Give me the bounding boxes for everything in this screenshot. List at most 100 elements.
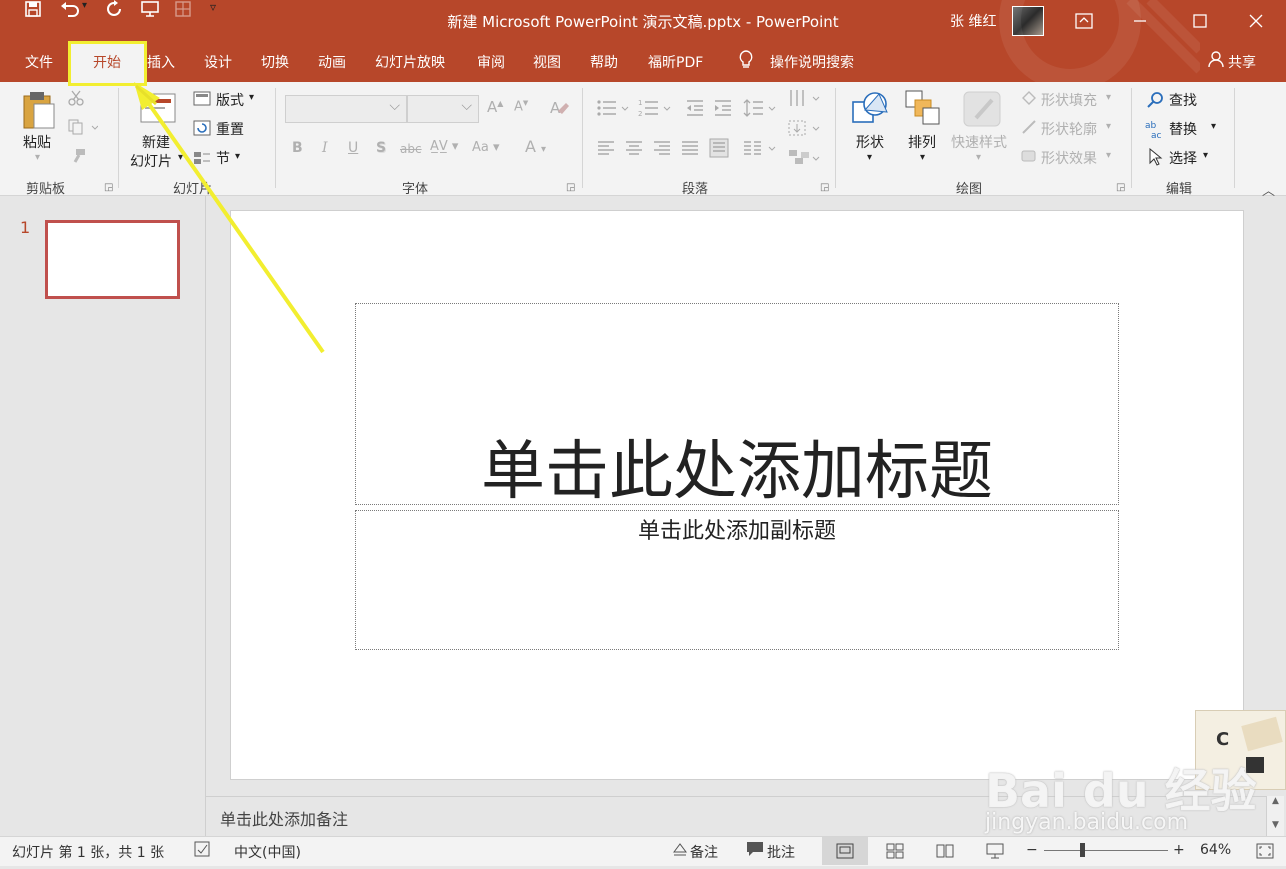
align-center-icon[interactable] — [625, 140, 643, 160]
reading-view-icon[interactable] — [936, 843, 954, 863]
clear-formatting-icon[interactable]: A — [548, 97, 570, 123]
tab-insert[interactable]: 插入 — [147, 52, 175, 72]
font-launcher-icon[interactable]: ◲ — [566, 182, 575, 193]
cut-icon[interactable] — [68, 90, 84, 110]
zoom-level[interactable]: 64% — [1200, 842, 1231, 858]
shape-outline-dropdown-icon[interactable]: ▾ — [1106, 121, 1111, 132]
slideshow-view-icon[interactable] — [986, 842, 1004, 864]
quick-styles-button[interactable]: 快速样式 — [951, 132, 1007, 152]
tab-file[interactable]: 文件 — [25, 52, 53, 72]
arrange-dropdown-icon[interactable]: ▾ — [920, 152, 925, 163]
tab-review[interactable]: 审阅 — [477, 52, 505, 72]
share-button[interactable]: 共享 — [1228, 52, 1256, 72]
smartart-icon[interactable] — [787, 148, 821, 172]
comments-icon[interactable] — [746, 841, 764, 861]
svg-text:ac: ac — [1151, 131, 1162, 139]
tab-view[interactable]: 视图 — [533, 52, 561, 72]
shape-fill-dropdown-icon[interactable]: ▾ — [1106, 92, 1111, 103]
shape-effects-dropdown-icon[interactable]: ▾ — [1106, 150, 1111, 161]
shapes-icon[interactable] — [851, 90, 891, 130]
notes-toggle-icon[interactable] — [672, 840, 688, 862]
tab-transitions[interactable]: 切换 — [261, 52, 289, 72]
group-label-editing: 编辑 — [1166, 182, 1193, 197]
share-icon[interactable] — [1207, 50, 1225, 72]
separator — [582, 88, 583, 188]
fit-to-window-icon[interactable] — [1256, 843, 1274, 863]
increase-indent-icon[interactable] — [713, 98, 733, 122]
close-icon[interactable] — [1233, 6, 1279, 36]
shape-effects-button[interactable]: 形状效果 — [1041, 148, 1097, 168]
underline-icon[interactable]: U — [348, 140, 358, 156]
decrease-indent-icon[interactable] — [685, 98, 705, 122]
subtitle-placeholder-text[interactable]: 单击此处添加副标题 — [355, 513, 1119, 545]
tab-help[interactable]: 帮助 — [590, 52, 618, 72]
shapes-dropdown-icon[interactable]: ▾ — [867, 152, 872, 163]
character-spacing-icon[interactable]: A̲V̲ ▾ — [430, 139, 458, 154]
font-size-dropdown[interactable]: ⌵ — [407, 95, 479, 123]
shape-outline-button[interactable]: 形状轮廓 — [1041, 119, 1097, 139]
paste-icon[interactable] — [20, 90, 56, 134]
quick-styles-dropdown-icon[interactable]: ▾ — [976, 152, 981, 163]
zoom-slider-thumb[interactable] — [1080, 843, 1085, 857]
title-placeholder-text[interactable]: 单击此处添加标题 — [355, 420, 1119, 512]
select-dropdown-icon[interactable]: ▾ — [1203, 150, 1208, 161]
paste-dropdown-icon[interactable]: ▾ — [35, 152, 40, 163]
drawing-launcher-icon[interactable]: ◲ — [1116, 182, 1125, 193]
align-text-icon[interactable] — [787, 118, 821, 142]
align-right-icon[interactable] — [653, 140, 671, 160]
shrink-font-icon[interactable]: A▼ — [514, 99, 528, 114]
find-button[interactable]: 查找 — [1169, 90, 1197, 110]
watermark-url: jingyan.baidu.com — [985, 810, 1189, 835]
change-case-icon[interactable]: Aa ▾ — [472, 140, 500, 155]
strikethrough-icon[interactable]: abc — [400, 142, 422, 156]
line-spacing-icon[interactable] — [743, 98, 777, 122]
zoom-out-button[interactable]: − — [1026, 842, 1038, 858]
paste-button[interactable]: 粘贴 — [23, 132, 51, 152]
shapes-button[interactable]: 形状 — [856, 132, 884, 152]
replace-dropdown-icon[interactable]: ▾ — [1211, 121, 1216, 132]
text-shadow-icon[interactable]: S — [376, 140, 386, 156]
group-label-font: 字体 — [402, 182, 429, 197]
arrange-button[interactable]: 排列 — [908, 132, 936, 152]
clipboard-launcher-icon[interactable]: ◲ — [104, 182, 113, 193]
replace-icon: ab ac — [1145, 119, 1167, 143]
shape-fill-button[interactable]: 形状填充 — [1041, 90, 1097, 110]
spell-check-icon[interactable] — [194, 841, 212, 861]
slide-sorter-view-icon[interactable] — [886, 843, 904, 863]
notes-placeholder[interactable]: 单击此处添加备注 — [220, 806, 348, 830]
format-painter-icon[interactable] — [70, 148, 86, 168]
distributed-icon[interactable] — [709, 138, 729, 162]
grow-font-icon[interactable]: A▲ — [487, 98, 503, 116]
quick-styles-icon[interactable] — [962, 90, 1002, 132]
notes-toggle[interactable]: 备注 — [690, 842, 718, 862]
replace-button[interactable]: 替换 — [1169, 119, 1197, 139]
undo-dropdown-icon[interactable]: ▾ — [82, 0, 96, 11]
numbering-icon[interactable]: 12 — [638, 98, 672, 122]
paragraph-launcher-icon[interactable]: ◲ — [820, 182, 829, 193]
collapse-ribbon-icon[interactable]: ︿ — [1262, 180, 1275, 199]
zoom-in-button[interactable]: + — [1173, 842, 1185, 858]
notes-scrollbar[interactable]: ▲ ▼ — [1266, 796, 1284, 836]
tab-design[interactable]: 设计 — [204, 52, 232, 72]
columns-icon[interactable] — [743, 140, 777, 160]
tell-me-search[interactable]: 操作说明搜索 — [770, 52, 854, 72]
font-color-icon[interactable]: A ▾ — [525, 137, 546, 156]
shape-fill-icon — [1020, 90, 1038, 110]
justify-icon[interactable] — [681, 140, 699, 160]
copy-icon[interactable] — [68, 119, 99, 139]
arrange-icon[interactable] — [905, 90, 941, 130]
comments-toggle[interactable]: 批注 — [767, 842, 795, 862]
tab-foxit-pdf[interactable]: 福昕PDF — [648, 52, 703, 72]
select-button[interactable]: 选择 — [1169, 148, 1197, 168]
bullets-icon[interactable] — [596, 98, 630, 122]
slide-number: 1 — [20, 218, 31, 237]
svg-text:ab: ab — [1145, 121, 1157, 131]
text-direction-icon[interactable] — [787, 88, 821, 112]
align-left-icon[interactable] — [597, 140, 615, 160]
zoom-slider-track[interactable] — [1044, 850, 1168, 851]
tab-animations[interactable]: 动画 — [318, 52, 346, 72]
language-indicator[interactable]: 中文(中国) — [234, 842, 301, 862]
svg-text:1: 1 — [638, 99, 642, 107]
tab-slideshow[interactable]: 幻灯片放映 — [375, 52, 445, 72]
normal-view-button[interactable] — [822, 837, 868, 865]
